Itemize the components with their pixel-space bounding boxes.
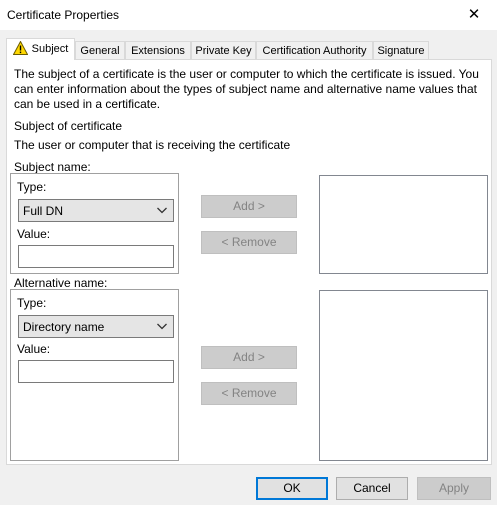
tab-private-key[interactable]: Private Key xyxy=(191,41,256,59)
subject-remove-button[interactable]: < Remove xyxy=(201,231,297,254)
alternative-type-select[interactable]: Directory name xyxy=(18,315,174,338)
title-bar: Certificate Properties ✕ xyxy=(0,0,497,30)
tab-signature-label: Signature xyxy=(377,45,425,57)
tab-extensions[interactable]: Extensions xyxy=(125,41,191,59)
tab-general-label: General xyxy=(80,45,120,57)
alternative-remove-button[interactable]: < Remove xyxy=(201,382,297,405)
subject-add-button[interactable]: Add > xyxy=(201,195,297,218)
subject-type-select[interactable]: Full DN xyxy=(18,199,174,222)
alternative-add-button[interactable]: Add > xyxy=(201,346,297,369)
tab-signature[interactable]: Signature xyxy=(373,41,429,59)
alternative-value-input[interactable] xyxy=(18,360,174,383)
subject-type-value: Full DN xyxy=(23,204,64,218)
intro-line-1: The subject of a certificate is the user… xyxy=(14,67,479,81)
close-icon[interactable]: ✕ xyxy=(451,0,497,30)
subject-type-label: Type: xyxy=(17,180,47,194)
tab-strip: Subject General Extensions Private Key C… xyxy=(6,38,492,60)
tab-subject[interactable]: Subject xyxy=(6,38,75,60)
chevron-down-icon xyxy=(157,207,167,214)
section-description: The user or computer that is receiving t… xyxy=(14,138,291,152)
alternative-type-label: Type: xyxy=(17,296,47,310)
alternative-name-group: Type: Directory name Value: xyxy=(10,289,179,461)
subject-value-label: Value: xyxy=(17,227,51,241)
window-title: Certificate Properties xyxy=(7,8,120,22)
chevron-down-icon xyxy=(157,323,167,330)
tab-private-key-label: Private Key xyxy=(195,45,252,57)
ok-button[interactable]: OK xyxy=(256,477,328,500)
tab-certification-authority[interactable]: Certification Authority xyxy=(256,41,373,59)
subject-value-input[interactable] xyxy=(18,245,174,268)
tab-extensions-label: Extensions xyxy=(131,45,185,57)
section-title: Subject of certificate xyxy=(14,119,123,133)
cancel-button[interactable]: Cancel xyxy=(336,477,408,500)
apply-button[interactable]: Apply xyxy=(417,477,491,500)
subject-name-list[interactable] xyxy=(319,175,488,274)
alternative-type-value: Directory name xyxy=(23,320,105,334)
intro-line-3: can be used in a certificate. xyxy=(14,97,161,111)
alternative-value-label: Value: xyxy=(17,342,51,356)
intro-line-2: can enter information about the types of… xyxy=(14,82,477,96)
tab-subject-label: Subject xyxy=(31,43,69,55)
subject-panel: The subject of a certificate is the user… xyxy=(6,59,492,465)
alternative-name-list[interactable] xyxy=(319,290,488,461)
tab-certification-authority-label: Certification Authority xyxy=(262,45,367,57)
tab-general[interactable]: General xyxy=(75,41,125,59)
warning-icon xyxy=(12,40,28,55)
subject-name-group: Type: Full DN Value: xyxy=(10,173,179,274)
